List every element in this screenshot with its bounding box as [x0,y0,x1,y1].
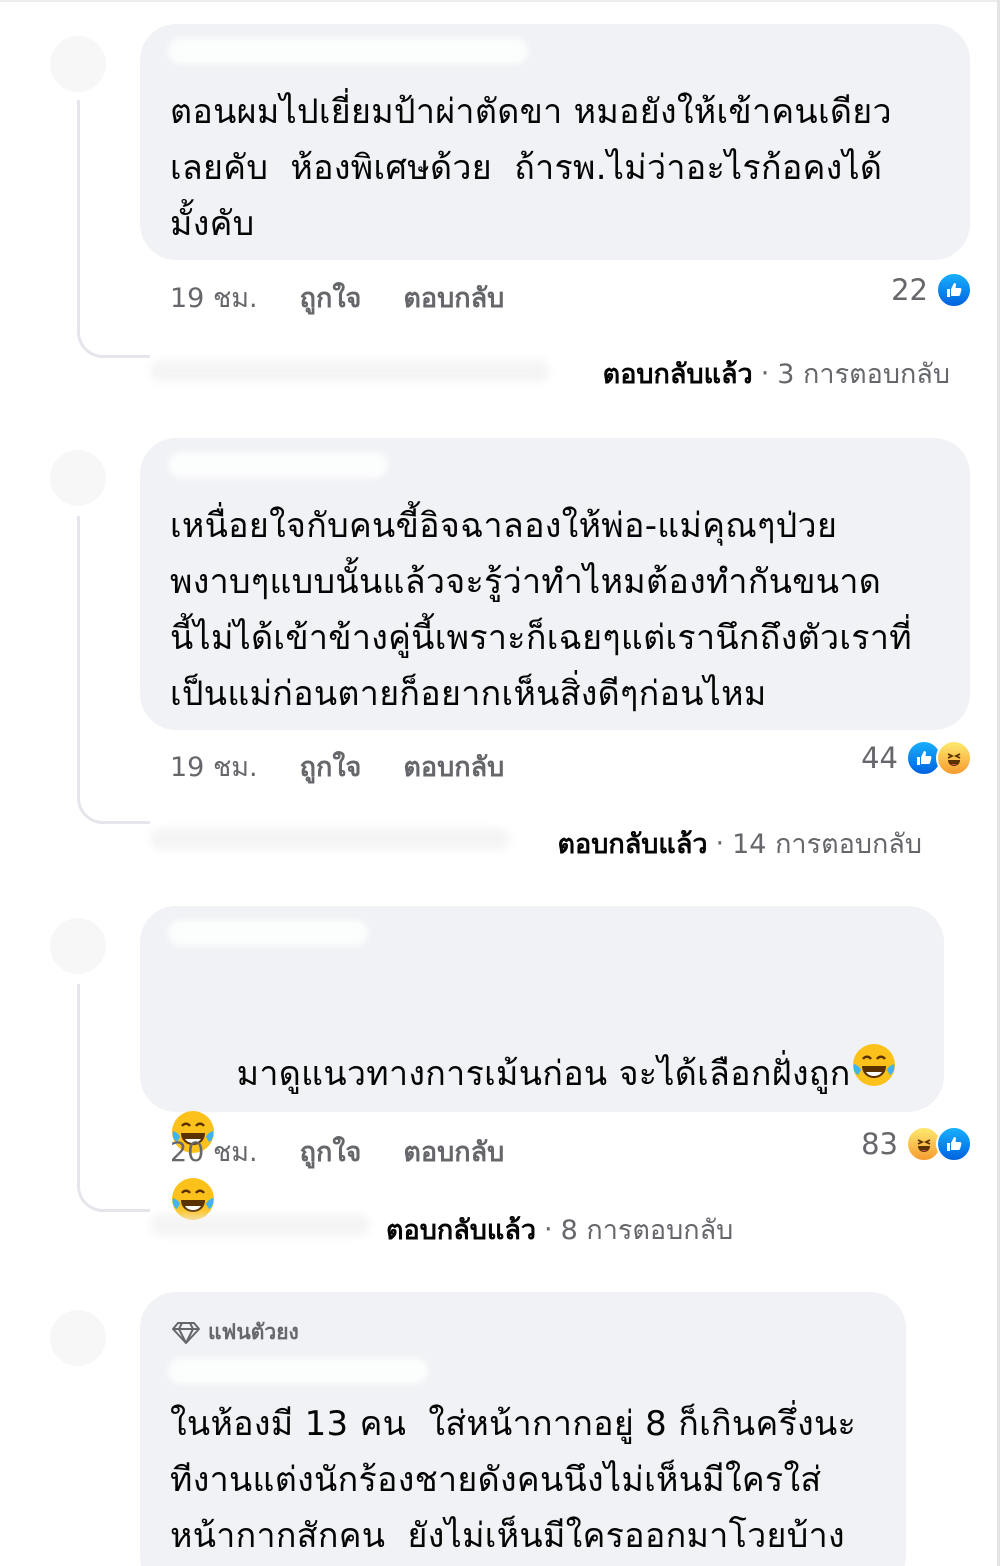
replied-label[interactable]: ตอบกลับแล้ว [558,822,708,865]
separator: · [760,358,770,389]
haha-icon [936,740,972,776]
reaction-summary[interactable]: 83 [861,1126,972,1162]
top-fan-badge: แฟนตัวยง [172,1316,299,1349]
replied-label[interactable]: ตอบกลับแล้ว [386,1208,536,1251]
comment-time[interactable]: 20 ชม. [170,1130,258,1173]
comment-bubble: มาดูแนวทางการเม้นก่อน จะได้เลือกฝั่งถูก [140,906,944,1220]
reaction-count: 44 [861,741,898,775]
avatar[interactable] [50,450,106,506]
replies-summary[interactable]: ตอบกลับแล้ว · 3 การตอบกลับ [603,352,950,395]
comment-bubble: เหนื่อยใจกับคนขี้อิจฉาลองให้พ่อ-แม่คุณๆป… [140,438,970,730]
like-icon [936,1126,972,1162]
comment-meta: 19 ชม. ถูกใจ ตอบกลับ [170,276,504,319]
reply-count[interactable]: 14 การตอบกลับ [732,822,922,865]
frame-border-top [0,0,1000,2]
replies-summary[interactable]: ตอบกลับแล้ว · 8 การตอบกลับ [386,1208,733,1251]
like-button[interactable]: ถูกใจ [300,276,362,319]
replies-summary[interactable]: ตอบกลับแล้ว · 14 การตอบกลับ [558,822,923,865]
comment-text: ในห้องมี 13 คน ใส่หน้ากากอยู่ 8 ก็เกินคร… [170,1404,857,1556]
comment-time[interactable]: 19 ชม. [170,276,258,319]
replied-label[interactable]: ตอบกลับแล้ว [603,352,753,395]
reply-button[interactable]: ตอบกลับ [403,276,504,319]
commenter-name-redacted[interactable] [168,452,388,478]
separator: · [544,1214,553,1245]
reply-button[interactable]: ตอบกลับ [403,745,504,788]
comment-text: ตอนผมไปเยี่ยมป้าผ่าตัดขา หมอยังให้เข้าคน… [170,92,892,244]
avatar[interactable] [50,36,106,92]
reply-author-redacted [150,828,510,850]
comment-time[interactable]: 19 ชม. [170,745,258,788]
avatar[interactable] [50,1310,106,1366]
comment-text: เหนื่อยใจกับคนขี้อิจฉาลองให้พ่อ-แม่คุณๆป… [170,506,912,714]
reply-button[interactable]: ตอบกลับ [403,1130,504,1173]
comment-meta: 19 ชม. ถูกใจ ตอบกลับ [170,745,504,788]
avatar[interactable] [50,918,106,974]
separator: · [715,828,725,859]
comment-text-body: มาดูแนวทางการเม้นก่อน จะได้เลือกฝั่งถูก [236,1054,851,1094]
comment-meta: 20 ชม. ถูกใจ ตอบกลับ [170,1130,504,1173]
reply-author-redacted [150,360,550,382]
commenter-name-redacted[interactable] [168,920,368,946]
reaction-summary[interactable]: 22 [891,272,972,308]
like-button[interactable]: ถูกใจ [300,1130,362,1173]
commenter-name-redacted[interactable] [168,38,528,64]
like-icon [936,272,972,308]
reply-author-redacted [150,1214,370,1236]
comment-bubble: แฟนตัวยง ในห้องมี 13 คน ใส่หน้ากากอยู่ 8… [140,1292,906,1566]
commenter-name-redacted[interactable] [168,1358,428,1384]
like-button[interactable]: ถูกใจ [300,745,362,788]
comments-page: ตอนผมไปเยี่ยมป้าผ่าตัดขา หมอยังให้เข้าคน… [0,0,1000,1566]
reply-count[interactable]: 3 การตอบกลับ [777,352,950,395]
badge-label: แฟนตัวยง [208,1320,299,1344]
reply-count[interactable]: 8 การตอบกลับ [561,1208,734,1251]
tears-of-joy-emoji [851,1042,897,1109]
diamond-icon [172,1321,200,1345]
reaction-count: 83 [861,1127,898,1161]
reaction-summary[interactable]: 44 [861,740,972,776]
comment-bubble: ตอนผมไปเยี่ยมป้าผ่าตัดขา หมอยังให้เข้าคน… [140,24,970,260]
reaction-count: 22 [891,273,928,307]
